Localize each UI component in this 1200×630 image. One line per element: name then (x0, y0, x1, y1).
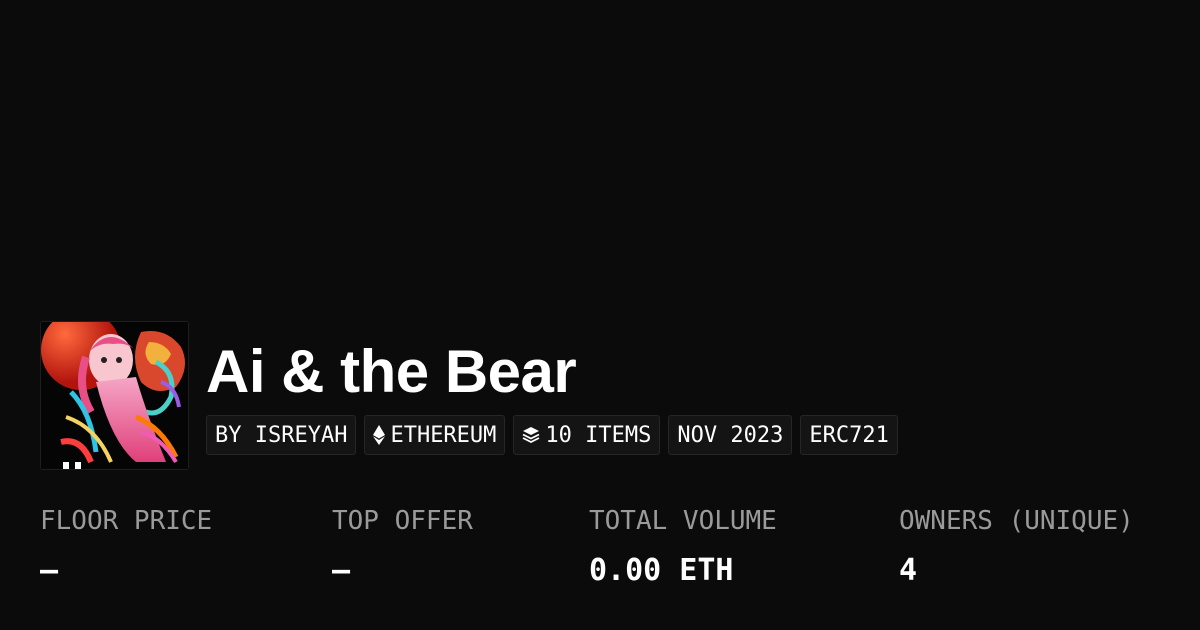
date-tag: NOV 2023 (668, 415, 793, 455)
date-tag-label: NOV 2023 (677, 422, 784, 448)
stat-label: OWNERS (UNIQUE) (899, 506, 1134, 536)
stat-label: TOP OFFER (332, 506, 473, 536)
creator-tag[interactable]: BY ISREYAH (206, 415, 357, 455)
layers-icon (522, 426, 540, 444)
standard-tag: ERC721 (800, 415, 898, 455)
ethereum-icon (373, 425, 386, 445)
collection-title: Ai & the Bear (206, 338, 577, 405)
stat-top-offer: TOP OFFER — (332, 500, 473, 592)
stat-label: FLOOR PRICE (40, 506, 213, 536)
items-tag[interactable]: 10 ITEMS (513, 415, 661, 455)
stat-floor-price: FLOOR PRICE — (40, 500, 212, 592)
chain-tag[interactable]: ETHEREUM (364, 415, 506, 455)
stat-value: — (40, 553, 59, 588)
stat-total-volume: TOTAL VOLUME 0.00 ETH (589, 500, 777, 592)
standard-tag-label: ERC721 (809, 422, 889, 448)
stat-value: 0.00 ETH (589, 553, 734, 588)
stat-owners: OWNERS (UNIQUE) 4 (899, 500, 1134, 592)
collection-thumbnail (40, 321, 189, 470)
stat-label: TOTAL VOLUME (589, 506, 777, 536)
collection-tags: BY ISREYAH ETHEREUM 10 ITEMS NOV 2023 ER… (206, 415, 898, 455)
items-tag-label: 10 ITEMS (545, 422, 652, 448)
artwork-image (41, 322, 188, 469)
creator-tag-label: BY ISREYAH (215, 422, 348, 448)
stat-value: 4 (899, 553, 918, 588)
chain-tag-label: ETHEREUM (390, 422, 497, 448)
collection-stats: FLOOR PRICE — TOP OFFER — TOTAL VOLUME 0… (40, 500, 1200, 610)
stat-value: — (332, 553, 351, 588)
